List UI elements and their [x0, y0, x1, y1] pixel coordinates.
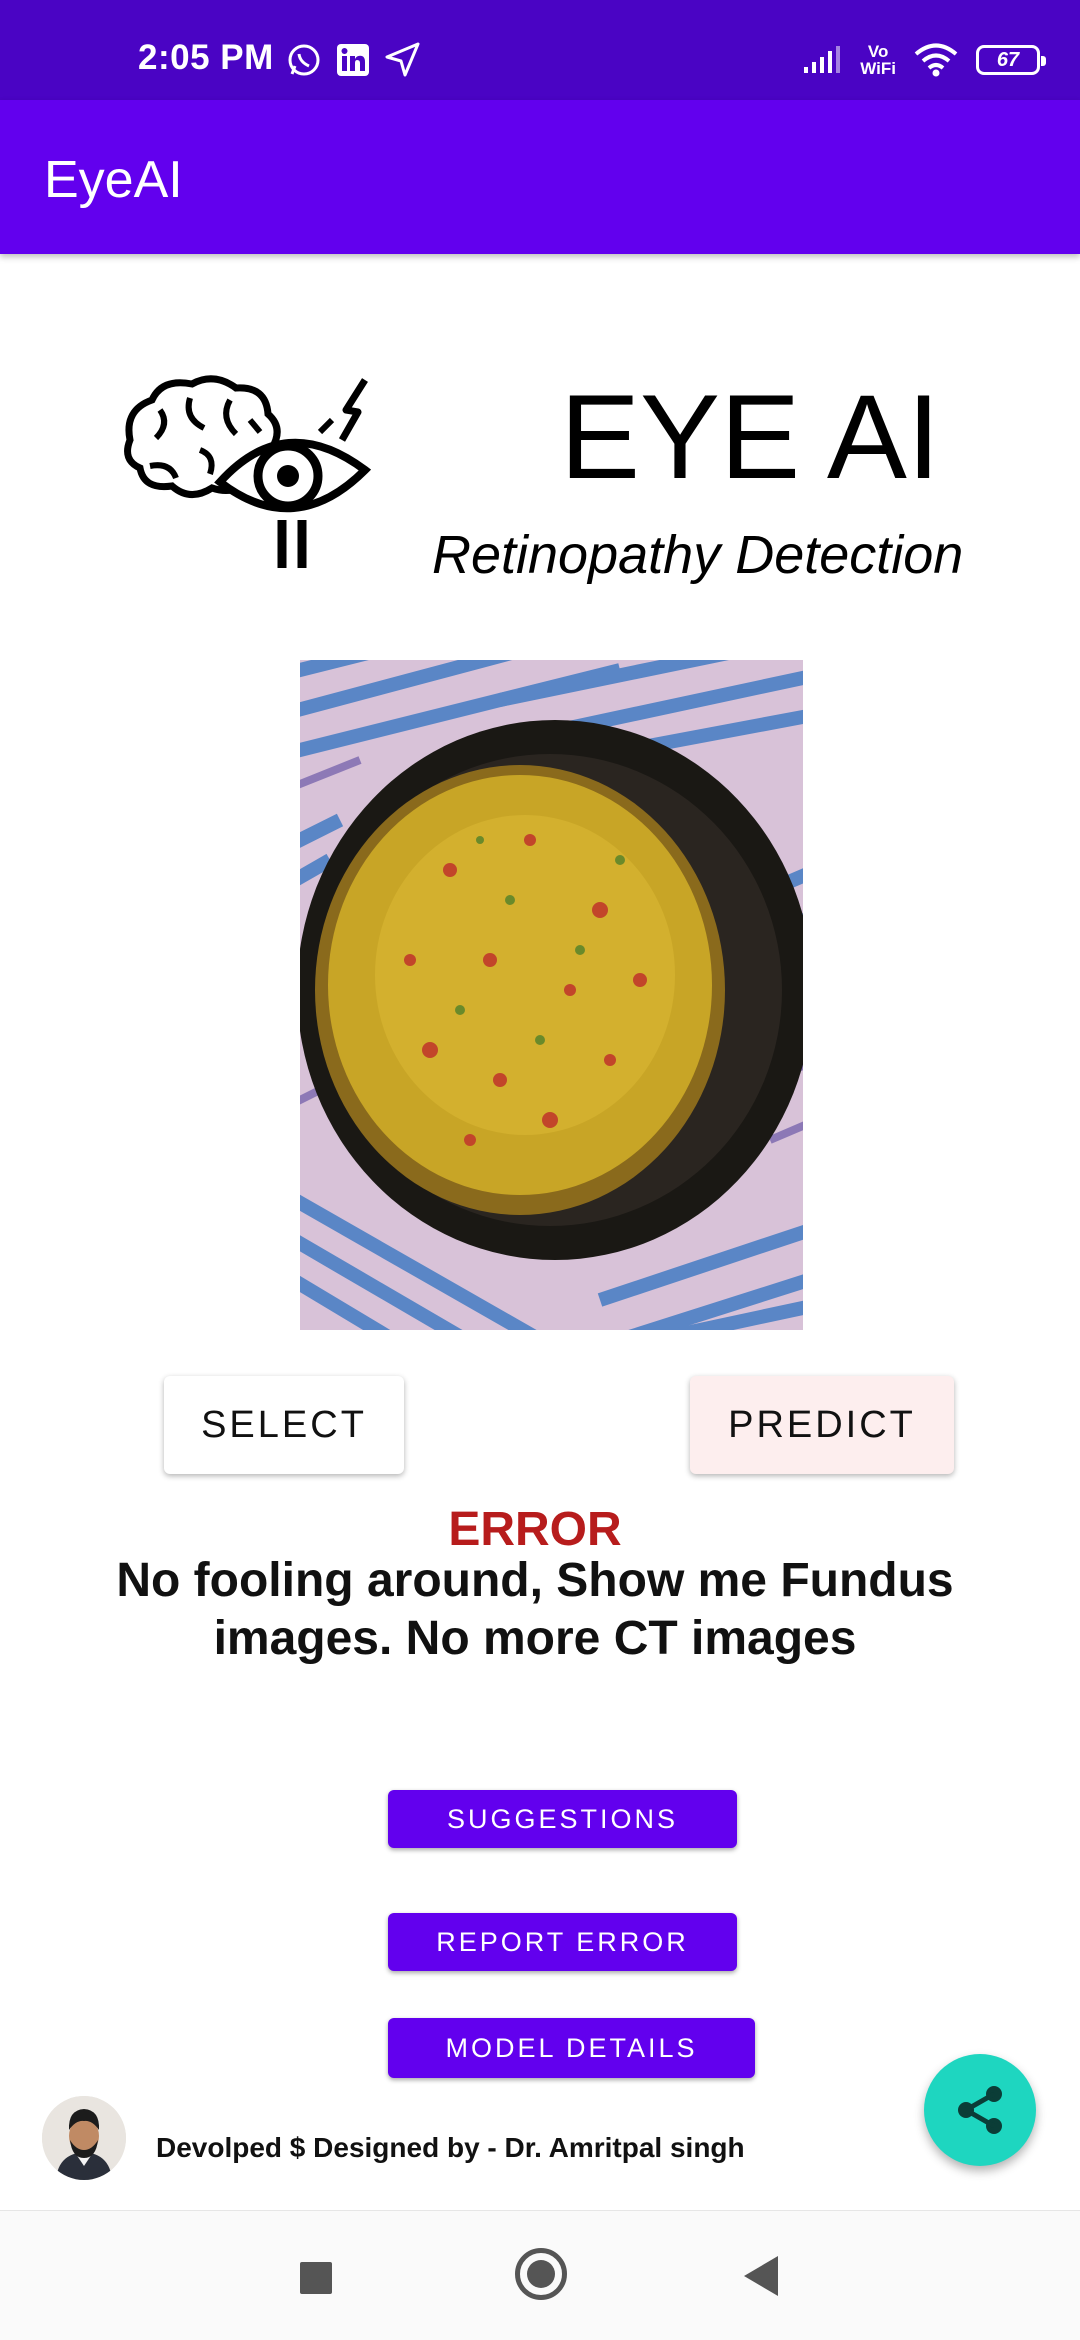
share-fab[interactable] [924, 2054, 1036, 2166]
status-bar: 2:05 PM Vo WiFi 67 [0, 0, 1080, 100]
brain-eye-logo [124, 375, 372, 568]
vowifi-icon: Vo WiFi [860, 42, 896, 78]
battery-level: 67 [996, 49, 1020, 71]
food-bowl-photo [300, 660, 803, 1330]
app-bar: EyeAI [0, 100, 1080, 254]
report-error-button[interactable]: REPORT ERROR [388, 1913, 737, 1971]
status-time: 2:05 PM [138, 38, 274, 77]
home-icon[interactable] [515, 2248, 567, 2300]
wifi-icon [914, 43, 958, 77]
predict-button[interactable]: PREDICT [690, 1376, 954, 1474]
battery-icon: 67 [976, 45, 1046, 75]
share-icon [958, 2086, 1002, 2134]
notification-icons [286, 40, 422, 80]
model-details-button[interactable]: MODEL DETAILS [388, 2018, 755, 2078]
app-title: EyeAI [44, 151, 183, 209]
brand-subtitle: Retinopathy Detection [432, 525, 964, 585]
brand-title: EYE AI [560, 370, 941, 504]
developer-avatar [42, 2096, 126, 2180]
navigation-arrow-icon [385, 42, 420, 77]
signal-icon [804, 46, 841, 73]
error-title: ERROR [448, 1503, 622, 1556]
system-status-icons: Vo WiFi 67 [802, 38, 1046, 82]
developer-credit: Devolped $ Designed by - Dr. Amritpal si… [156, 2132, 745, 2163]
suggestions-button[interactable]: SUGGESTIONS [388, 1790, 737, 1848]
selected-image-preview [300, 660, 803, 1330]
recent-apps-icon[interactable] [300, 2262, 332, 2294]
whatsapp-icon [288, 44, 320, 76]
select-button[interactable]: SELECT [164, 1376, 404, 1474]
linkedin-icon [337, 44, 369, 76]
error-message: No fooling around, Show me Fundus images… [116, 1554, 954, 1665]
back-icon[interactable] [744, 2256, 778, 2296]
